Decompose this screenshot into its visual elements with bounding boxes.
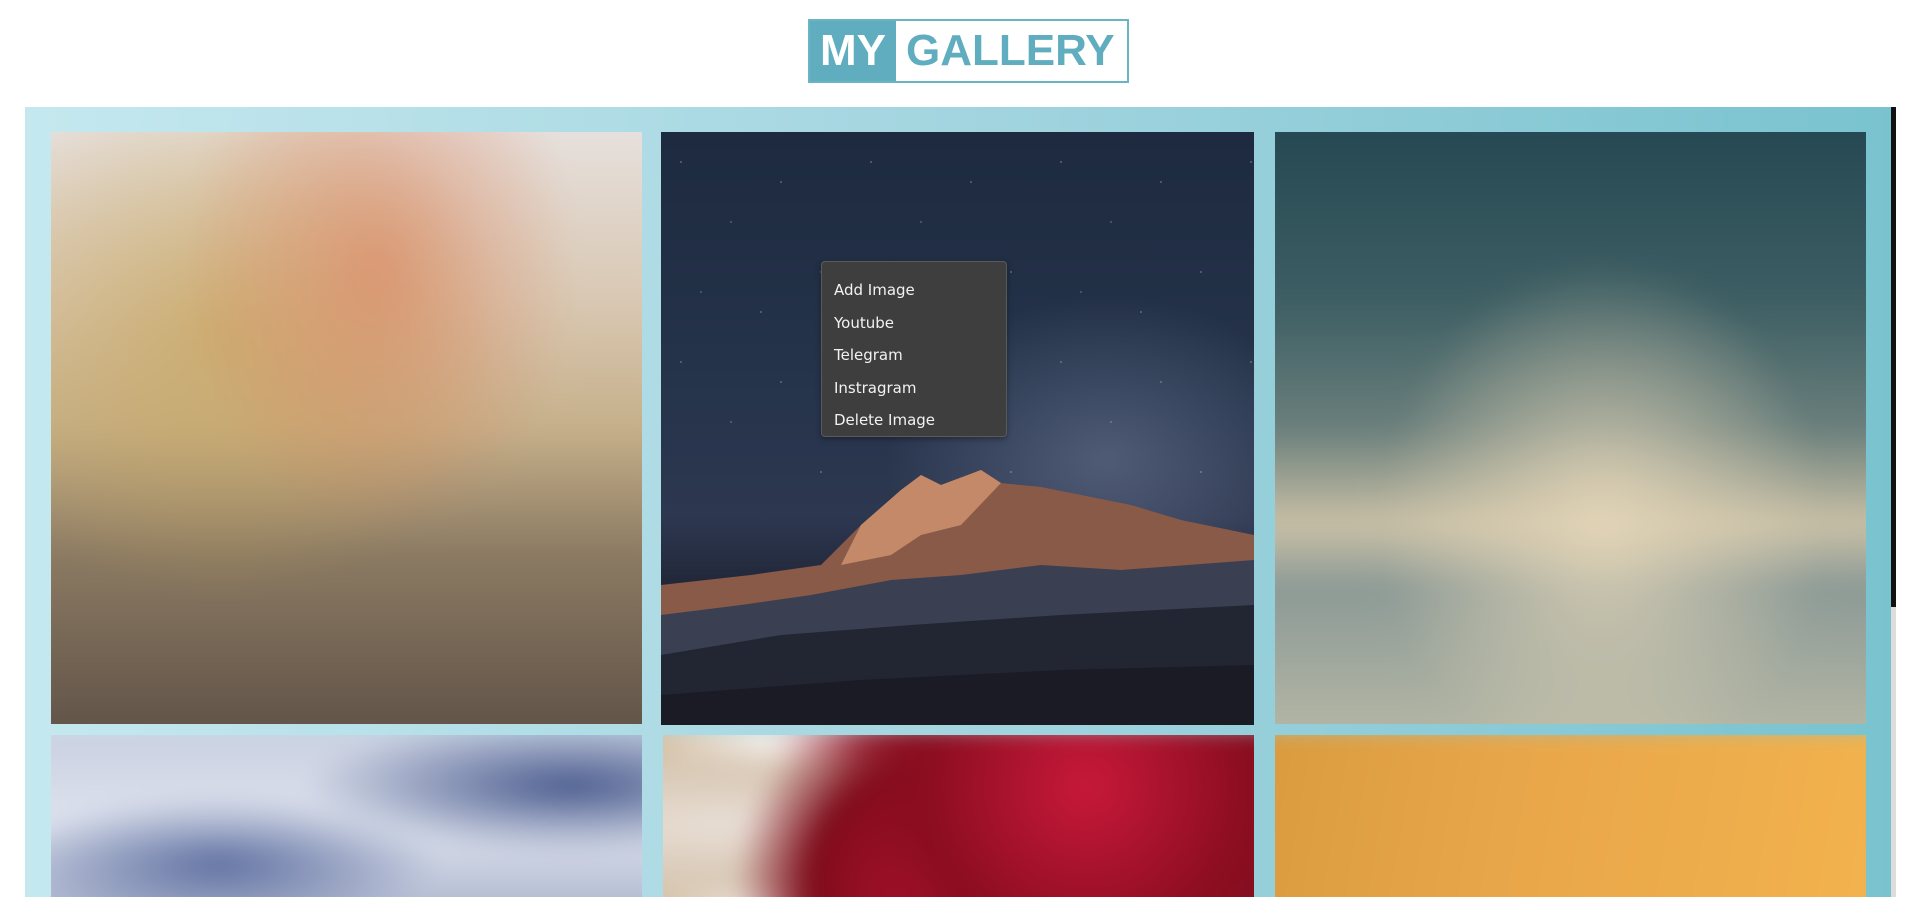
mountain-silhouette xyxy=(661,470,1254,725)
site-logo[interactable]: MY GALLERY xyxy=(808,19,1129,83)
menu-item-instagram[interactable]: Instragram xyxy=(822,372,1006,405)
menu-item-telegram[interactable]: Telegram xyxy=(822,339,1006,372)
logo-part-my: MY xyxy=(810,21,896,81)
sky-image xyxy=(1275,132,1866,724)
scrollbar-track[interactable] xyxy=(1891,607,1896,897)
gallery-image-wheat[interactable] xyxy=(51,132,642,724)
gallery-image-orange[interactable] xyxy=(1275,735,1866,897)
orange-image xyxy=(1275,735,1866,897)
snow-image xyxy=(51,735,642,897)
wheat-image xyxy=(51,132,642,724)
gallery-grid xyxy=(25,107,1891,897)
image-context-menu: Add Image Youtube Telegram Instragram De… xyxy=(821,261,1007,437)
menu-item-delete-image[interactable]: Delete Image xyxy=(822,404,1006,437)
logo-part-gallery: GALLERY xyxy=(896,21,1127,81)
raspberries-image xyxy=(663,735,1254,897)
menu-item-youtube[interactable]: Youtube xyxy=(822,307,1006,340)
gallery-image-sky[interactable] xyxy=(1275,132,1866,724)
menu-item-add-image[interactable]: Add Image xyxy=(822,274,1006,307)
gallery-image-raspberries[interactable] xyxy=(663,735,1254,897)
scrollbar-thumb[interactable] xyxy=(1891,107,1896,607)
gallery-image-snow[interactable] xyxy=(51,735,642,897)
